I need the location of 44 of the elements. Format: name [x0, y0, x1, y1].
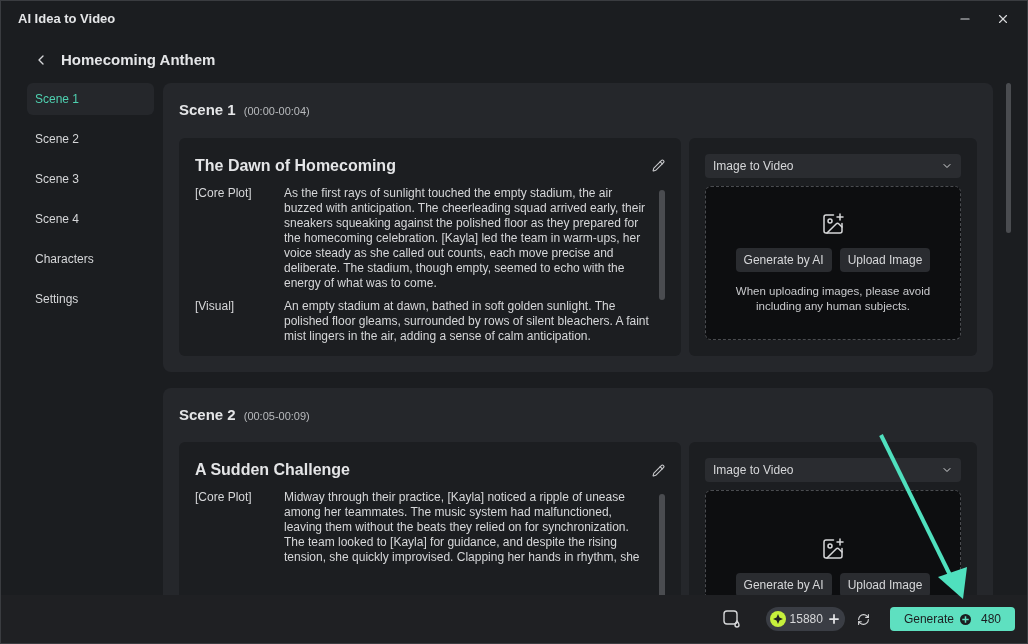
upload-option-button[interactable]: Upload Image [839, 573, 931, 597]
upload-area[interactable]: Generate by AI Upload Image When uploading images, please avoid including any human subjects. [705, 185, 961, 340]
sidebar-item[interactable]: Scene 1 [27, 83, 154, 115]
field-text: As the first rays of sunlight touched the empty stadium, the air buzzed with anticipation. The cheerleading squad arrived early, their sneakers squeaking against the polished floor as they prepared for the homecoming celebration. [Kayla] led the team in warm-ups, her voice steady as she called out counts, each move precise and deliberate. The stadium, though empty, seemed to echo with the energy of what was to come. [284, 185, 647, 291]
scene-title: Scene 1 [179, 100, 236, 120]
scene-heading: The Dawn of Homecoming [195, 155, 396, 176]
field-label: [Visual] [195, 298, 236, 315]
field-label: [Core Plot] [195, 490, 253, 506]
sidebar-item[interactable]: Scene 4 [27, 203, 154, 235]
scene-heading: A Sudden Challenge [195, 460, 350, 480]
add-icon[interactable] [826, 612, 841, 626]
close-icon[interactable] [996, 12, 1010, 26]
mode-dropdown[interactable]: Image to Video [705, 458, 961, 482]
credits-pill[interactable]: 15880 [765, 607, 845, 631]
image-add-icon [821, 537, 845, 561]
scrollbar[interactable] [1006, 83, 1011, 233]
page-title: Homecoming Anthem [61, 49, 216, 70]
scrollbar[interactable] [659, 189, 665, 300]
scene-time: (00:00-00:04) [243, 104, 310, 119]
upload-option-button[interactable]: Generate by AI [735, 573, 832, 597]
generate-button[interactable]: Generate 480 [889, 607, 1015, 631]
credit-coin-icon [769, 611, 786, 627]
credits-count: 15880 [789, 611, 823, 628]
sidebar-item[interactable]: Scene 2 [27, 123, 154, 155]
edit-icon[interactable] [652, 159, 665, 172]
mode-dropdown[interactable]: Image to Video [705, 153, 961, 178]
upload-option-button[interactable]: Upload Image [839, 247, 931, 272]
sidebar-item[interactable]: Settings [27, 283, 154, 315]
window-title: AI Idea to Video [18, 10, 116, 29]
scene-title: Scene 2 [179, 404, 236, 425]
scrollbar[interactable] [659, 494, 665, 597]
sidebar-item[interactable]: Scene 3 [27, 163, 154, 195]
refresh-icon[interactable] [856, 612, 870, 626]
scene-time: (00:05-00:09) [243, 408, 310, 424]
upload-option-button[interactable]: Generate by AI [735, 247, 832, 272]
image-add-icon [821, 211, 845, 236]
field-text: An empty stadium at dawn, bathed in soft golden sunlight. The polished floor gleams, surrounded by rows of silent bleachers. A faint mist lingers in the air, adding a sense of calm anticipation. [284, 298, 650, 344]
field-label: [Core Plot] [195, 185, 253, 202]
edit-icon[interactable] [652, 463, 665, 477]
field-text: Midway through their practice, [Kayla] noticed a ripple of unease among her teammates. The music system had malfunctioned, leaving them without the beats they relied on for synchronization. The team looked to [Kayla] for guidance, and despite the rising tension, she quickly improvised. Clapping her hands in rhythm, she [284, 490, 641, 565]
upload-note: When uploading images, please avoid including any human subjects. [734, 283, 932, 314]
sidebar-item[interactable]: Characters [27, 243, 154, 275]
upload-area[interactable]: Generate by AI Upload Image [705, 490, 961, 597]
credit-icon [959, 613, 971, 625]
